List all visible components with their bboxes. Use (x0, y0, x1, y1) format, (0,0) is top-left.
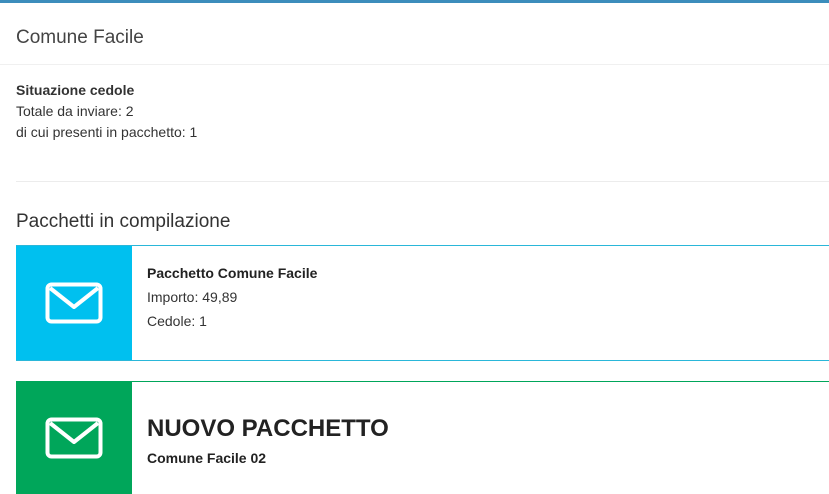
new-package-title: NUOVO PACCHETTO (147, 415, 389, 442)
package-importo: Importo: 49,89 (147, 289, 238, 305)
new-package-info: NUOVO PACCHETTO Comune Facile 02 (147, 413, 389, 469)
new-package-button[interactable]: NUOVO PACCHETTO Comune Facile 02 (16, 381, 829, 494)
situazione-heading: Situazione cedole (16, 82, 135, 98)
envelope-icon (16, 246, 132, 360)
totale-da-inviare: Totale da inviare: 2 (16, 103, 134, 119)
package-card[interactable]: Pacchetto Comune Facile Importo: 49,89 C… (16, 245, 829, 361)
box-header: Comune Facile (0, 3, 829, 65)
package-name: Pacchetto Comune Facile (147, 265, 318, 281)
envelope-icon (16, 381, 132, 494)
page-title: Comune Facile (16, 27, 144, 48)
package-cedole: Cedole: 1 (147, 313, 207, 329)
situazione-cedole: Situazione cedole Totale da inviare: 2 d… (16, 80, 197, 143)
new-package-subtitle: Comune Facile 02 (147, 450, 267, 466)
divider (16, 181, 829, 182)
presenti-in-pacchetto: di cui presenti in pacchetto: 1 (16, 124, 198, 140)
package-info: Pacchetto Comune Facile Importo: 49,89 C… (147, 261, 317, 333)
section-title: Pacchetti in compilazione (16, 211, 231, 232)
